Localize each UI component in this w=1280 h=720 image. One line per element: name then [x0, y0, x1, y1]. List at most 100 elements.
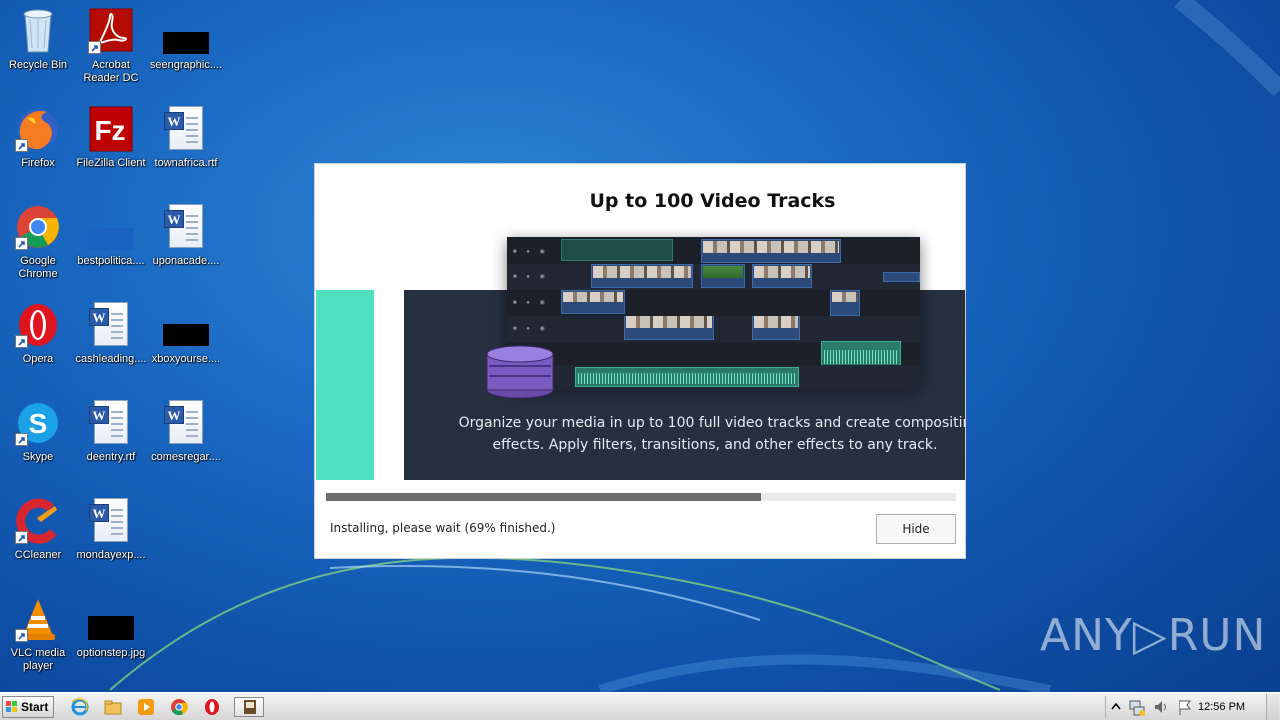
speaker-icon[interactable]: [1152, 697, 1170, 717]
timeline-track: ■ ● ◉: [507, 290, 920, 316]
desktop-icon-optionstep[interactable]: optionstep.jpg: [73, 592, 149, 682]
desktop-icon-cashleading[interactable]: W cashleading....: [73, 298, 149, 388]
progress-fill: [326, 493, 761, 501]
desktop-icon-ccleaner[interactable]: CCleaner: [0, 494, 76, 584]
desktop-icon-vlc[interactable]: VLC media player: [0, 592, 76, 682]
shortcut-arrow-icon: [15, 531, 28, 544]
desktop-icon-xboxyourse[interactable]: xboxyourse....: [148, 298, 224, 388]
desktop-icon-label: cashleading....: [75, 353, 147, 365]
install-progress-bar: [326, 493, 956, 501]
desktop-icon-label: Skype: [22, 451, 54, 463]
hide-button[interactable]: Hide: [876, 514, 956, 544]
shortcut-arrow-icon: [15, 139, 28, 152]
timeline-track: ■ ● ◉: [507, 239, 920, 265]
desktop-icon-deentry[interactable]: W deentry.rtf: [73, 396, 149, 486]
desktop-icon-mondayexp[interactable]: W mondayexp....: [73, 494, 149, 584]
desktop-icon-label: townafrica.rtf: [154, 157, 218, 169]
anyrun-watermark: ANY▷RUN: [1040, 610, 1267, 661]
desktop-icon-bestpolitica[interactable]: bestpolitica....: [73, 200, 149, 290]
install-status: Installing, please wait (69% finished.): [330, 521, 556, 535]
timeline-track: ■ ● ◉: [507, 341, 920, 367]
opera-icon: [15, 302, 61, 348]
desktop-icon-label: Recycle Bin: [8, 59, 68, 71]
desktop-icon-label: seengraphic....: [149, 59, 223, 71]
timeline-track: ■ ● ◉: [507, 365, 920, 391]
media-player-icon[interactable]: [136, 697, 158, 717]
firefox-icon: [15, 106, 61, 152]
recycle-bin-icon: [15, 8, 61, 54]
taskbar-clock[interactable]: 12:56 PM: [1198, 701, 1245, 713]
chrome-icon: [15, 204, 61, 250]
network-icon[interactable]: [1128, 697, 1146, 717]
desktop-icon-label: Google Chrome: [18, 255, 58, 280]
chevron-up-icon[interactable]: [1110, 697, 1122, 717]
acrobat-reader-icon: [88, 8, 134, 54]
image-thumbnail-icon: [163, 302, 209, 348]
desktop-icon-label: Opera: [22, 353, 54, 365]
installer-description: Organize your media in up to 100 full vi…: [435, 412, 966, 456]
desktop-icon-label: Acrobat Reader DC: [83, 59, 139, 84]
description-line: effects. Apply filters, transitions, and…: [492, 437, 938, 453]
shortcut-arrow-icon: [15, 433, 28, 446]
shortcut-arrow-icon: [15, 335, 28, 348]
word-document-icon: W: [88, 400, 134, 446]
opera-icon[interactable]: [202, 697, 224, 717]
desktop-icon-label: comesregar....: [151, 451, 221, 463]
desktop-icon-label: xboxyourse....: [151, 353, 221, 365]
word-document-icon: W: [163, 400, 209, 446]
word-document-icon: W: [88, 302, 134, 348]
internet-explorer-icon[interactable]: [70, 697, 92, 717]
shortcut-arrow-icon: [15, 237, 28, 250]
desktop-icon-label: optionstep.jpg: [76, 647, 146, 659]
image-thumbnail-icon: [88, 204, 134, 250]
desktop-icon-chrome[interactable]: Google Chrome: [0, 200, 76, 290]
taskbar: Start 12:56 PM: [0, 692, 1280, 720]
shortcut-arrow-icon: [88, 41, 101, 54]
action-center-flag-icon[interactable]: [1176, 697, 1194, 717]
desktop-icon-recycle-bin[interactable]: Recycle Bin: [0, 4, 76, 94]
desktop-icon-label: bestpolitica....: [77, 255, 145, 267]
timeline-track: ■ ● ◉: [507, 316, 920, 342]
accent-bar: [316, 290, 374, 480]
start-button[interactable]: Start: [2, 696, 54, 718]
desktop-icon-opera[interactable]: Opera: [0, 298, 76, 388]
chrome-icon[interactable]: [169, 697, 191, 717]
desktop-icon-skype[interactable]: S Skype: [0, 396, 76, 486]
installer-title: Up to 100 Video Tracks: [589, 190, 836, 212]
shortcut-arrow-icon: [15, 629, 28, 642]
desktop-icon-acrobat[interactable]: Acrobat Reader DC: [73, 4, 149, 94]
filezilla-icon: Fz: [88, 106, 134, 152]
svg-text:Fz: Fz: [94, 115, 125, 146]
ccleaner-icon: [15, 498, 61, 544]
description-line: Organize your media in up to 100 full vi…: [458, 415, 966, 431]
show-desktop-button[interactable]: [1266, 694, 1279, 720]
windows-logo-icon: [6, 701, 17, 712]
word-document-icon: W: [88, 498, 134, 544]
word-document-icon: W: [163, 204, 209, 250]
desktop-icon-label: FileZilla Client: [76, 157, 146, 169]
desktop-icon-comesregar[interactable]: W comesregar....: [148, 396, 224, 486]
tray-separator: [1105, 696, 1106, 718]
desktop-icon-filezilla[interactable]: Fz FileZilla Client: [73, 102, 149, 192]
film-stack-icon: [486, 345, 554, 399]
timeline-track: ■ ● ◉: [507, 264, 920, 290]
svg-text:S: S: [29, 408, 48, 439]
start-label: Start: [21, 700, 49, 714]
explorer-icon[interactable]: [103, 697, 125, 717]
image-thumbnail-icon: [88, 596, 134, 642]
installer-icon[interactable]: [234, 697, 264, 717]
desktop-icon-label: VLC media player: [10, 647, 66, 672]
desktop-icon-label: mondayexp....: [76, 549, 146, 561]
timeline-preview: ■ ● ◉ ■ ● ◉ ■ ● ◉ ■ ● ◉: [507, 237, 920, 391]
desktop-icon-uponacade[interactable]: W uponacade....: [148, 200, 224, 290]
word-document-icon: W: [163, 106, 209, 152]
desktop-icon-label: Firefox: [21, 157, 55, 169]
desktop-icon-firefox[interactable]: Firefox: [0, 102, 76, 192]
vlc-icon: [15, 596, 61, 642]
desktop-icon-label: deentry.rtf: [86, 451, 136, 463]
desktop-icon-seengraphic[interactable]: seengraphic....: [148, 4, 224, 94]
desktop-icon-townafrica[interactable]: W townafrica.rtf: [148, 102, 224, 192]
skype-icon: S: [15, 400, 61, 446]
desktop-icon-label: uponacade....: [152, 255, 220, 267]
installer-window: Up to 100 Video Tracks ■ ● ◉ ■ ● ◉ ■ ● ◉: [314, 163, 966, 559]
